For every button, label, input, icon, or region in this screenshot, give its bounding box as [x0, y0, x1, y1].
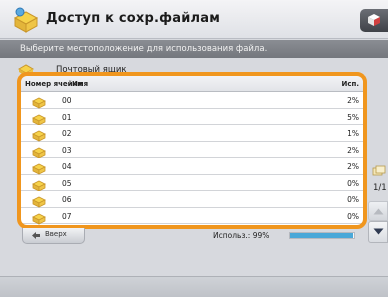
window-title: Доступ к сохр.файлам — [46, 11, 221, 26]
instruction-bar: Выберите местоположение для использовани… — [0, 40, 388, 58]
table-row[interactable]: 03 2% — [19, 141, 365, 159]
box-number: 00 — [62, 96, 72, 105]
mailbox-list: Номер ячейки Имя Исп. 00 2% 01 5% 02 1% … — [19, 75, 365, 225]
table-row[interactable]: 05 0% — [19, 174, 365, 192]
box-usage: 0% — [347, 178, 359, 188]
up-button[interactable]: Вверх — [22, 228, 85, 244]
table-body: 00 2% 01 5% 02 1% 03 2% 04 2% 05 0% 06 0… — [19, 92, 365, 225]
box-number: 03 — [62, 145, 72, 155]
scroll-down-button[interactable] — [368, 221, 388, 243]
pager: 1/1 — [368, 158, 388, 244]
status-bar — [0, 276, 388, 297]
arrow-up-icon — [373, 208, 384, 215]
table-header: Номер ячейки Имя Исп. — [19, 75, 365, 92]
back-arrow-icon — [31, 231, 41, 242]
box-usage: 2% — [347, 96, 359, 105]
mailbox-box-icon — [32, 94, 46, 109]
box-number: 02 — [62, 129, 72, 138]
usage-bar-fill — [290, 233, 354, 238]
location-label: Почтовый ящик — [56, 65, 127, 75]
title-bar: Доступ к сохр.файлам — [0, 0, 388, 39]
mailbox-box-icon — [32, 177, 46, 192]
box-number: 05 — [62, 178, 72, 188]
up-button-label: Вверх — [45, 230, 67, 238]
function-menu-button[interactable] — [360, 9, 388, 32]
box-number: 06 — [62, 195, 72, 204]
box-usage: 0% — [347, 195, 359, 204]
box-number: 04 — [62, 162, 72, 171]
mailbox-box-icon — [32, 111, 46, 126]
mailbox-icon — [17, 62, 35, 76]
box-usage: 2% — [347, 162, 359, 171]
mailbox-box-icon — [32, 193, 46, 208]
arrow-down-icon — [373, 228, 384, 235]
table-row[interactable]: 02 1% — [19, 125, 365, 142]
function-menu-icon — [368, 14, 380, 26]
scroll-up-button[interactable] — [368, 201, 388, 221]
table-row[interactable]: 01 5% — [19, 108, 365, 126]
page-indicator: 1/1 — [373, 183, 387, 193]
mailbox-box-icon — [32, 127, 46, 142]
box-usage: 5% — [347, 112, 359, 122]
mailbox-box-icon — [32, 210, 46, 225]
table-row[interactable]: 07 0% — [19, 207, 365, 225]
mailbox-box-icon — [32, 160, 46, 175]
table-row[interactable]: 00 2% — [19, 92, 365, 109]
table-row[interactable]: 04 2% — [19, 158, 365, 175]
box-number: 07 — [62, 211, 72, 221]
mailbox-folder-icon — [11, 6, 41, 34]
column-header-name[interactable]: Имя — [72, 80, 88, 88]
instruction-text: Выберите местоположение для использовани… — [20, 44, 268, 54]
table-row[interactable]: 06 0% — [19, 191, 365, 208]
column-header-used[interactable]: Исп. — [341, 80, 359, 88]
box-usage: 1% — [347, 129, 359, 138]
usage-label: Использ.: 99% — [213, 231, 270, 240]
box-number: 01 — [62, 112, 72, 122]
mailbox-box-icon — [32, 144, 46, 159]
usage-bar — [289, 232, 355, 239]
box-stack-icon — [372, 162, 386, 181]
box-usage: 0% — [347, 211, 359, 221]
box-usage: 2% — [347, 145, 359, 155]
